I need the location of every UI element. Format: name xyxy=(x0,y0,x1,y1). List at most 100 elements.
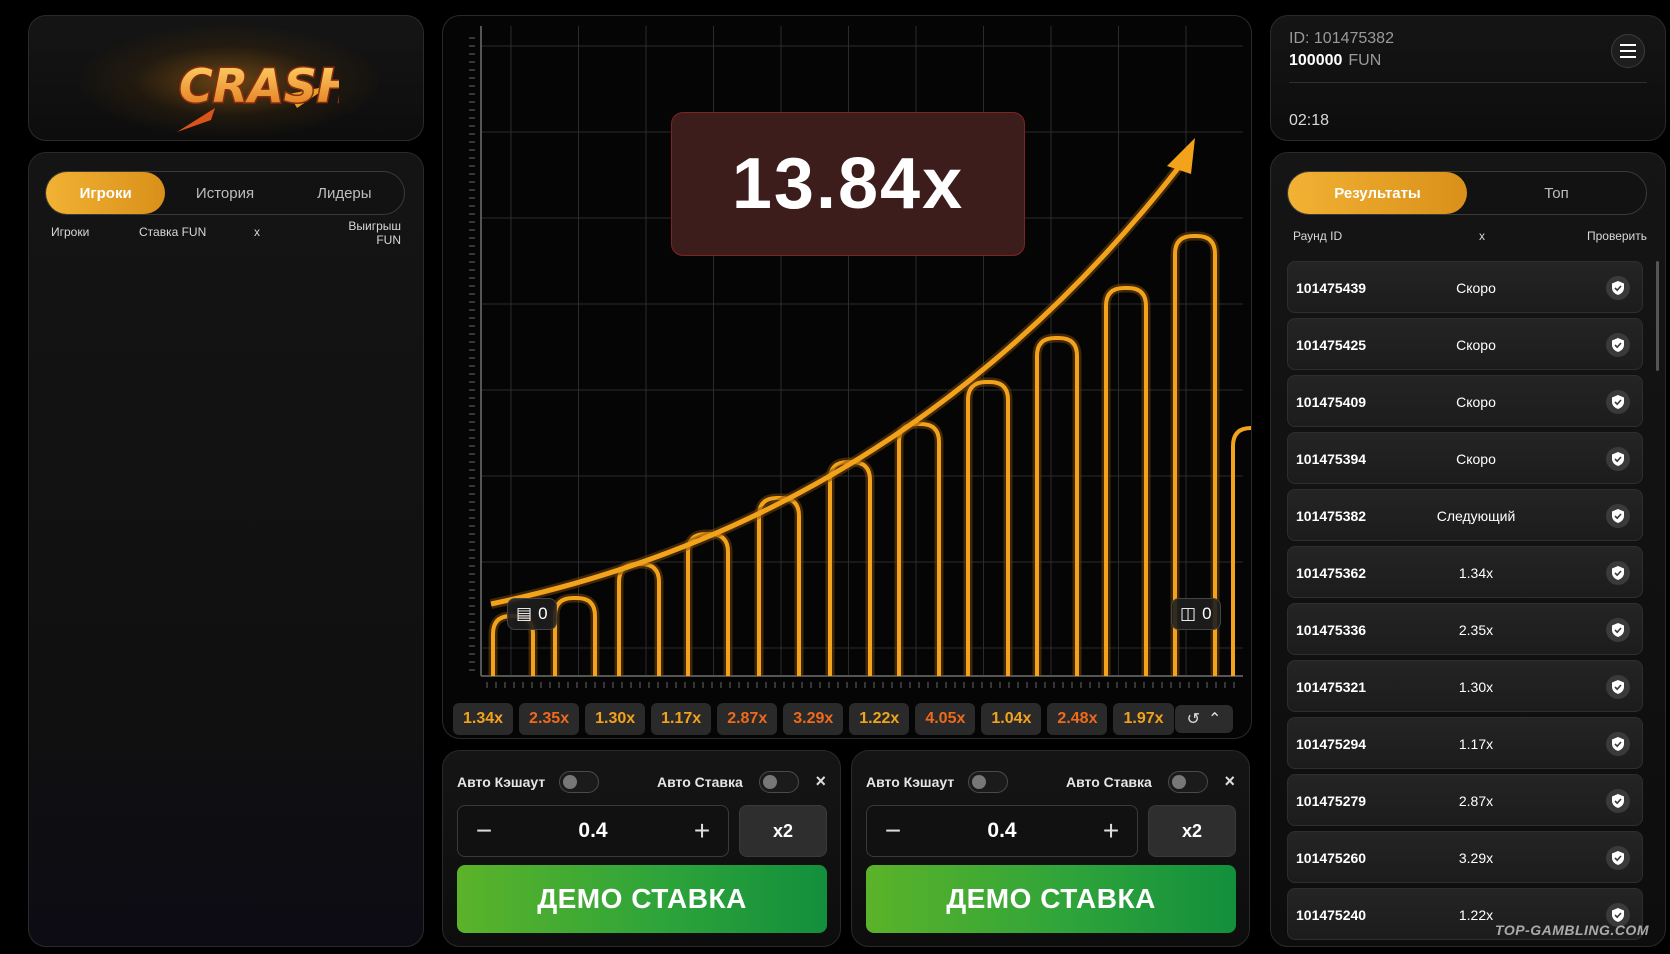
auto-bet-label: Авто Ставка xyxy=(657,774,743,790)
tab-top[interactable]: Топ xyxy=(1467,172,1646,214)
verify-shield-icon[interactable] xyxy=(1606,789,1630,813)
arch xyxy=(1104,286,1148,676)
balance-amount: 100000 xyxy=(1289,52,1343,69)
round-id: 101475240 xyxy=(1296,907,1367,923)
bet-amount-input[interactable]: 0.4 xyxy=(510,819,676,843)
arch-glow xyxy=(1032,333,1082,676)
decrease-button[interactable]: − xyxy=(458,815,510,847)
round-result: 1.22x xyxy=(1458,907,1494,923)
verify-shield-icon[interactable] xyxy=(1606,504,1630,528)
history-chip: 3.29x xyxy=(783,703,844,735)
arch-glow xyxy=(1101,283,1151,676)
round-result: 1.34x xyxy=(1458,565,1494,581)
scrollbar[interactable] xyxy=(1656,261,1659,371)
col-bet: Ставка FUN xyxy=(139,225,207,239)
cashout-counter: ◫ 0 xyxy=(1171,598,1221,630)
logo-panel: CRASH xyxy=(28,15,424,141)
menu-button[interactable] xyxy=(1611,34,1645,68)
close-icon[interactable]: × xyxy=(815,771,826,792)
arch-glow xyxy=(754,493,804,676)
verify-shield-icon[interactable] xyxy=(1606,618,1630,642)
game-panel: 13.84x ▤ 0 ◫ 0 1.34x 2.35x 1.30x 1.17x 2.87x… xyxy=(442,15,1252,739)
tab-results[interactable]: Результаты xyxy=(1288,172,1467,214)
user-panel: ID: 101475382 100000 FUN 02:18 xyxy=(1270,15,1666,141)
round-result: 2.35x xyxy=(1458,622,1494,638)
verify-shield-icon[interactable] xyxy=(1606,333,1630,357)
crash-logo-icon: CRASH xyxy=(177,58,339,132)
arch xyxy=(897,422,941,676)
arch xyxy=(1035,336,1079,676)
bet-amount-stepper: − 0.4 + xyxy=(866,805,1138,857)
verify-shield-icon[interactable] xyxy=(1606,390,1630,414)
tab-leaders[interactable]: Лидеры xyxy=(285,172,404,214)
round-result: Скоро xyxy=(1456,337,1496,353)
col-round-id: Раунд ID xyxy=(1293,229,1343,243)
history-chip: 1.97x xyxy=(1113,703,1174,735)
verify-shield-icon[interactable] xyxy=(1606,675,1630,699)
verify-shield-icon[interactable] xyxy=(1606,561,1630,585)
results-table-header: Раунд ID x Проверить xyxy=(1293,229,1647,249)
auto-cashout-label: Авто Кэшаут xyxy=(866,774,955,790)
tab-history[interactable]: История xyxy=(165,172,284,214)
arch xyxy=(828,460,872,676)
players-tabs: Игроки История Лидеры xyxy=(45,171,405,215)
user-balance: 100000 FUN xyxy=(1289,52,1381,70)
table-row: 101475394 Скоро xyxy=(1287,432,1643,484)
round-id: 101475439 xyxy=(1296,280,1367,296)
table-row: 101475279 2.87x xyxy=(1287,774,1643,826)
ticket-icon: ▤ xyxy=(516,604,533,623)
history-chip: 2.48x xyxy=(1047,703,1108,735)
results-tabs: Результаты Топ xyxy=(1287,171,1647,215)
session-timer: 02:18 xyxy=(1289,112,1330,129)
auto-bet-toggle[interactable] xyxy=(759,771,799,793)
verify-shield-icon[interactable] xyxy=(1606,846,1630,870)
col-win-currency: FUN xyxy=(376,233,401,247)
arch xyxy=(553,596,597,676)
decrease-button[interactable]: − xyxy=(867,815,919,847)
demo-bet-button[interactable]: ДЕМО СТАВКА xyxy=(457,865,827,933)
demo-bet-button[interactable]: ДЕМО СТАВКА xyxy=(866,865,1236,933)
round-result: Следующий xyxy=(1436,508,1516,524)
table-row: 101475362 1.34x xyxy=(1287,546,1643,598)
round-id: 101475394 xyxy=(1296,451,1367,467)
history-chip: 2.87x xyxy=(717,703,778,735)
table-row: 101475425 Скоро xyxy=(1287,318,1643,370)
table-row: 101475294 1.17x xyxy=(1287,717,1643,769)
arch-glow xyxy=(614,559,664,676)
bet-panel-2: Авто Кэшаут Авто Ставка × − 0.4 + x2 ДЕМ… xyxy=(851,750,1250,947)
arch xyxy=(966,380,1010,676)
players-table-header: Игроки Ставка FUN x Выигрыш FUN xyxy=(51,219,401,255)
double-bet-button[interactable]: x2 xyxy=(739,805,827,857)
round-id: 101475409 xyxy=(1296,394,1367,410)
tab-players[interactable]: Игроки xyxy=(46,172,166,214)
history-chip: 1.30x xyxy=(585,703,646,735)
auto-cashout-toggle[interactable] xyxy=(968,771,1008,793)
results-list: 101475439 Скоро 101475425 Скоро 101475409 Ско… xyxy=(1287,261,1643,945)
watermark: TOP-GAMBLING.COM xyxy=(1495,922,1649,938)
arch xyxy=(757,496,801,676)
verify-shield-icon[interactable] xyxy=(1606,732,1630,756)
auto-cashout-toggle[interactable] xyxy=(559,771,599,793)
arch-glow xyxy=(825,457,875,676)
bet-amount-input[interactable]: 0.4 xyxy=(919,819,1085,843)
cashout-count: 0 xyxy=(1202,604,1212,623)
auto-bet-toggle[interactable] xyxy=(1168,771,1208,793)
increase-button[interactable]: + xyxy=(676,815,728,847)
results-panel: Результаты Топ Раунд ID x Проверить 1014… xyxy=(1270,152,1666,947)
history-chip: 4.05x xyxy=(915,703,976,735)
arch-glow xyxy=(683,529,733,676)
history-chip: 1.17x xyxy=(651,703,712,735)
round-id: 101475362 xyxy=(1296,565,1367,581)
verify-shield-icon[interactable] xyxy=(1606,276,1630,300)
double-bet-button[interactable]: x2 xyxy=(1148,805,1236,857)
arch xyxy=(686,532,730,676)
close-icon[interactable]: × xyxy=(1224,771,1235,792)
round-result: 1.30x xyxy=(1458,679,1494,695)
increase-button[interactable]: + xyxy=(1085,815,1137,847)
history-toggle-button[interactable]: ↺ ⌃ xyxy=(1175,705,1233,733)
verify-shield-icon[interactable] xyxy=(1606,447,1630,471)
bet-amount-stepper: − 0.4 + xyxy=(457,805,729,857)
arch xyxy=(1231,426,1252,676)
round-result: Скоро xyxy=(1456,394,1496,410)
history-chip: 1.22x xyxy=(849,703,910,735)
